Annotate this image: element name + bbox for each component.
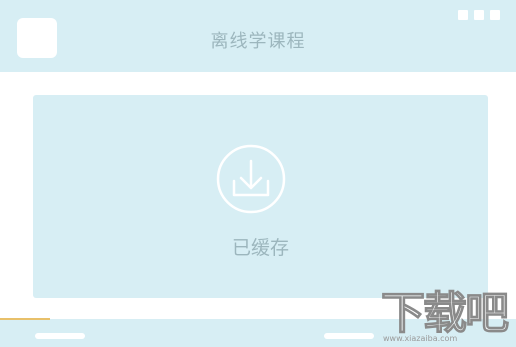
app-header: 离线学课程 [0,0,516,72]
progress-line [0,318,50,320]
watermark-text: 下载吧 [380,288,509,339]
watermark-logo: 下载吧 www.xiazaiba.com [380,288,511,345]
page-title: 离线学课程 [210,31,306,52]
cached-label: 已缓存 [231,237,289,259]
bottom-nav-item[interactable] [324,333,374,339]
window-dot[interactable] [458,10,468,20]
window-dot[interactable] [474,10,484,20]
bottom-nav-item[interactable] [35,333,85,339]
watermark-url: www.xiazaiba.com [383,334,458,343]
download-icon [216,144,286,214]
window-dot[interactable] [490,10,500,20]
window-controls [458,10,500,20]
cached-courses-card[interactable]: 已缓存 [33,95,488,298]
